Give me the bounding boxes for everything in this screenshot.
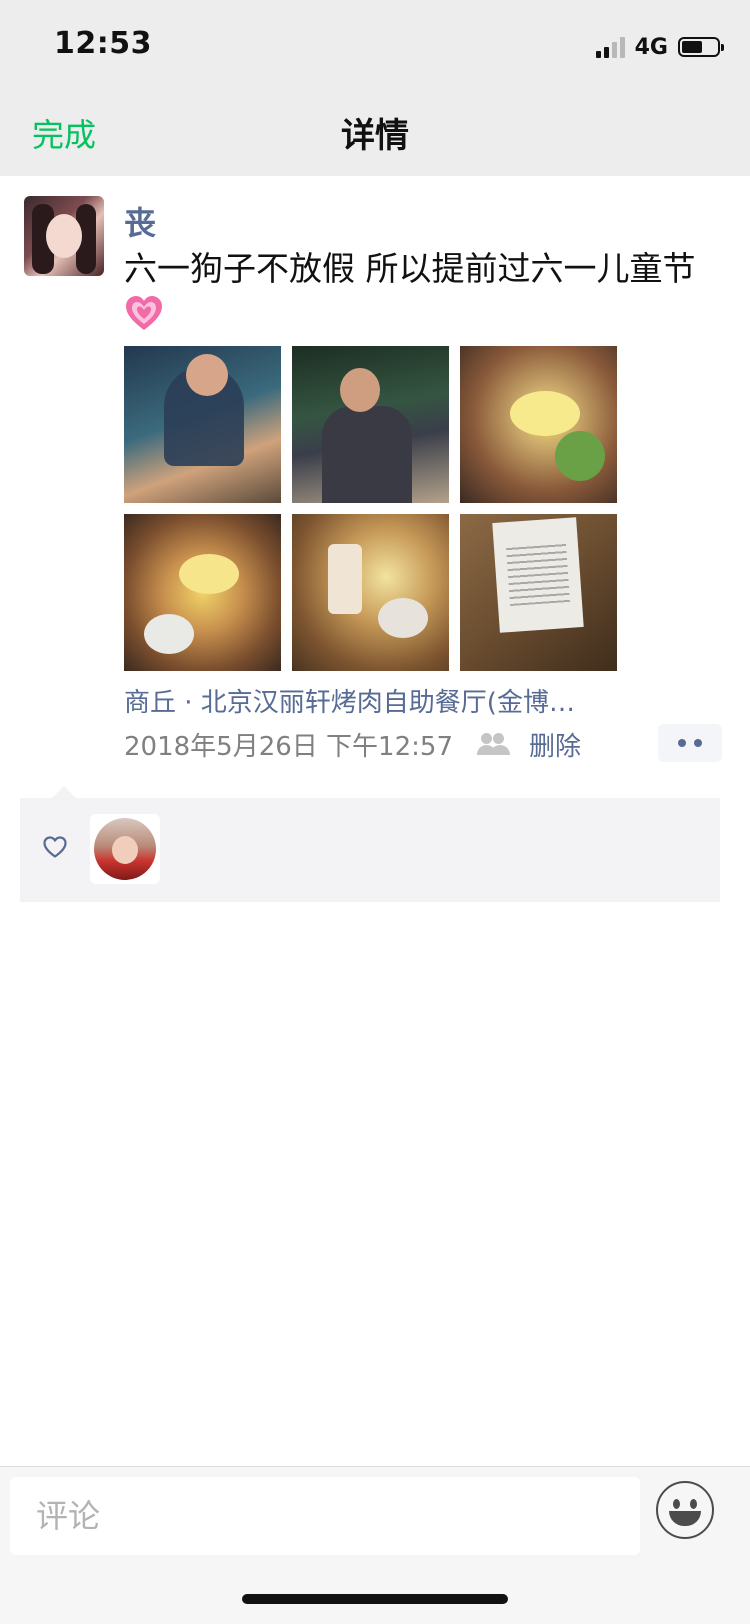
post-text-content: 六一狗子不放假 所以提前过六一儿童节 (124, 249, 696, 288)
poster-avatar[interactable] (24, 196, 104, 276)
status-indicators: 4G (595, 32, 724, 62)
header: 12:53 4G 详情 完成 (0, 0, 750, 176)
post-meta-row: 2018年5月26日 下午12:57 删除 (124, 724, 581, 764)
post-location[interactable]: 商丘 · 北京汉丽轩烤肉自助餐厅(金博… (124, 682, 624, 719)
post-timestamp: 2018年5月26日 下午12:57 (124, 731, 453, 762)
post-photo-3[interactable] (460, 346, 617, 503)
liker-avatar[interactable] (90, 814, 160, 884)
poster-username[interactable]: 丧 (124, 198, 156, 244)
heart-outline-icon (43, 836, 67, 858)
emoji-smiley-icon[interactable] (656, 1481, 714, 1539)
done-button[interactable]: 完成 (32, 110, 96, 156)
visibility-friends-icon[interactable] (477, 733, 511, 755)
more-actions-button[interactable] (658, 724, 722, 762)
delete-button[interactable]: 删除 (529, 726, 581, 763)
post-photo-4[interactable] (124, 514, 281, 671)
network-type: 4G (634, 34, 668, 60)
likes-section (20, 786, 720, 902)
dot-icon (678, 739, 686, 747)
signal-icon (595, 36, 625, 58)
post-photo-2[interactable] (292, 346, 449, 503)
post-photo-5[interactable] (292, 514, 449, 671)
moments-detail-screen: 12:53 4G 详情 完成 丧 六一狗子不放假 所以提前过六一儿童节 商丘 ·… (0, 0, 750, 1624)
dot-icon (694, 739, 702, 747)
post-photo-1[interactable] (124, 346, 281, 503)
status-time: 12:53 (54, 26, 152, 61)
post-text: 六一狗子不放假 所以提前过六一儿童节 (124, 248, 724, 342)
post-photo-6[interactable] (460, 514, 617, 671)
pink-heart-emoji (124, 294, 164, 342)
page-title: 详情 (341, 116, 409, 156)
home-indicator[interactable] (242, 1594, 508, 1604)
comment-input[interactable] (10, 1477, 640, 1555)
battery-icon (678, 37, 724, 57)
